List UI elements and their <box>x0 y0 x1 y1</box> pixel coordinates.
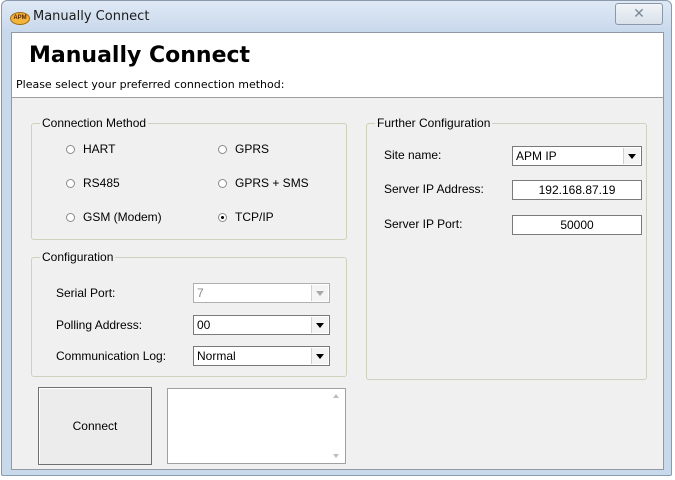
site-name-select[interactable]: APM IP <box>512 146 642 166</box>
dialog-body: Manually Connect Please select your pref… <box>11 32 664 470</box>
radio-tcp-ip-label: TCP/IP <box>235 210 274 224</box>
radio-hart-dot <box>66 144 75 154</box>
connect-button[interactable]: Connect <box>38 387 152 465</box>
log-scrollbar[interactable] <box>328 389 345 463</box>
communication-log-textarea[interactable] <box>167 388 346 464</box>
page-title: Manually Connect <box>29 43 251 68</box>
serial-port-value: 7 <box>197 286 204 300</box>
communication-log-label: Communication Log: <box>56 349 167 363</box>
connect-button-label: Connect <box>72 419 118 433</box>
scroll-up-arrow-icon[interactable] <box>333 394 339 398</box>
polling-address-label: Polling Address: <box>56 318 143 332</box>
chevron-down-icon[interactable] <box>311 348 328 364</box>
radio-gprs-sms-dot <box>218 178 227 188</box>
radio-gsm-modem-dot <box>66 212 75 222</box>
communication-log-select[interactable]: Normal <box>193 346 330 366</box>
serial-port-label: Serial Port: <box>56 286 116 300</box>
radio-tcp-ip[interactable]: TCP/IP <box>218 210 274 224</box>
site-name-label: Site name: <box>384 148 442 162</box>
connection-method-group: Connection Method HART GPRS RS485 GPRS +… <box>31 116 347 240</box>
radio-rs485-dot <box>66 178 75 188</box>
server-port-label: Server IP Port: <box>384 217 463 231</box>
radio-hart-label: HART <box>83 142 116 156</box>
radio-gprs-sms[interactable]: GPRS + SMS <box>218 176 309 190</box>
server-ip-label: Server IP Address: <box>384 182 484 196</box>
polling-address-select[interactable]: 00 <box>193 315 330 335</box>
apm-logo-icon: APM <box>10 12 30 25</box>
dialog-window: APM Manually Connect ✕ Manually Connect … <box>1 0 672 476</box>
server-port-input[interactable]: 50000 <box>512 215 642 235</box>
close-button[interactable]: ✕ <box>615 3 663 25</box>
chevron-down-icon[interactable] <box>623 148 640 164</box>
scroll-down-arrow-icon[interactable] <box>333 454 339 458</box>
radio-gprs-sms-label: GPRS + SMS <box>235 176 309 190</box>
configuration-group: Configuration Serial Port: 7 Polling Add… <box>31 250 347 377</box>
connection-method-legend: Connection Method <box>40 116 149 130</box>
window-title: Manually Connect <box>33 9 150 24</box>
radio-gprs-label: GPRS <box>235 142 270 156</box>
communication-log-value: Normal <box>197 349 236 363</box>
polling-address-value: 00 <box>197 318 211 332</box>
radio-gsm-modem[interactable]: GSM (Modem) <box>66 210 162 224</box>
page-subtitle: Please select your preferred connection … <box>16 78 285 91</box>
further-configuration-group: Further Configuration Site name: APM IP … <box>366 116 647 380</box>
radio-tcp-ip-dot <box>218 212 227 222</box>
serial-port-select[interactable]: 7 <box>193 283 330 303</box>
radio-rs485-label: RS485 <box>83 176 120 190</box>
radio-rs485[interactable]: RS485 <box>66 176 120 190</box>
header-panel: Manually Connect Please select your pref… <box>12 33 663 98</box>
server-ip-input[interactable]: 192.168.87.19 <box>512 180 642 200</box>
radio-hart[interactable]: HART <box>66 142 115 156</box>
configuration-legend: Configuration <box>40 250 116 264</box>
title-bar[interactable]: APM Manually Connect ✕ <box>2 1 671 33</box>
chevron-down-icon[interactable] <box>311 285 328 301</box>
radio-gprs-dot <box>218 144 227 154</box>
site-name-value: APM IP <box>516 149 557 163</box>
radio-gsm-modem-label: GSM (Modem) <box>83 210 162 224</box>
radio-gprs[interactable]: GPRS <box>218 142 269 156</box>
chevron-down-icon[interactable] <box>311 317 328 333</box>
further-configuration-legend: Further Configuration <box>375 116 493 130</box>
